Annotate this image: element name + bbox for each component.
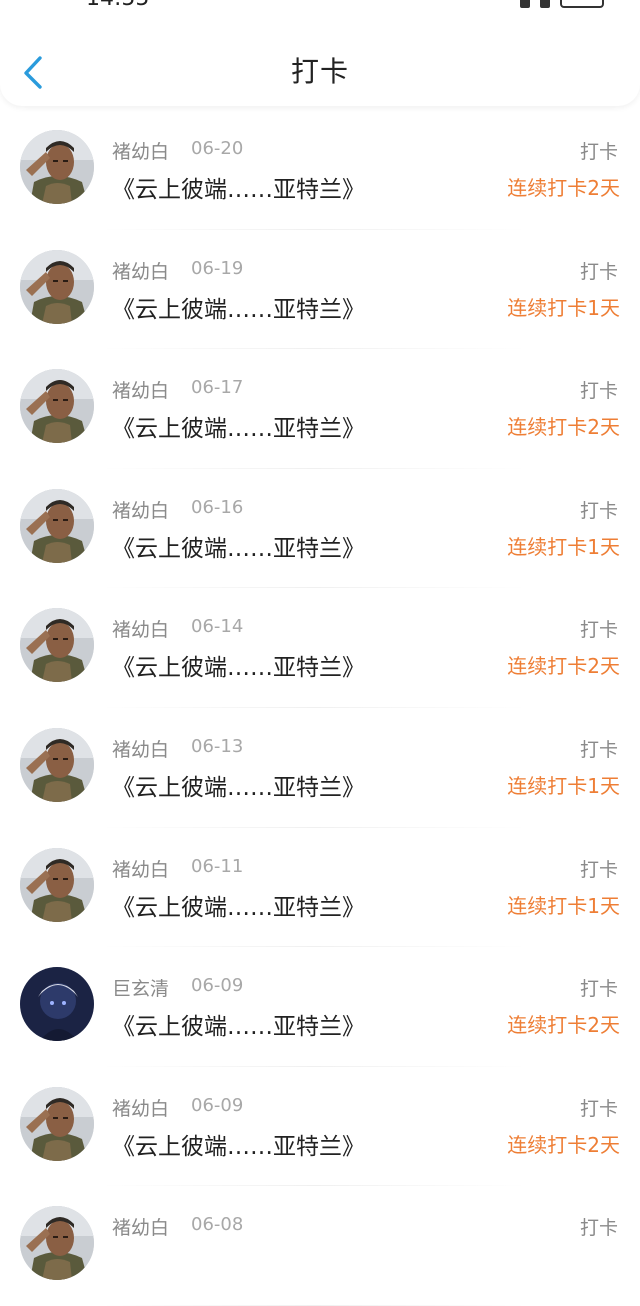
page-title: 打卡 — [290, 55, 349, 88]
battery-icon — [560, 0, 604, 8]
username: 褚幼白 — [112, 499, 170, 522]
username: 褚幼白 — [112, 738, 170, 761]
soldier-avatar-icon — [20, 847, 94, 922]
book-title: 《云上彼端……亚特兰》 — [112, 296, 365, 323]
streak-label: 连续打卡1天 — [507, 773, 620, 798]
book-title: 《云上彼端……亚特兰》 — [112, 1133, 365, 1160]
checkin-action-label: 打卡 — [579, 619, 618, 642]
list-item[interactable]: 褚幼白 06-11 《云上彼端……亚特兰》 打卡连续打卡1天 — [0, 828, 640, 948]
wifi-icon — [540, 0, 550, 8]
checkin-date: 06-14 — [191, 616, 244, 638]
avatar[interactable] — [20, 727, 94, 802]
checkin-date: 06-17 — [191, 377, 244, 399]
checkin-list: 褚幼白 06-20 《云上彼端……亚特兰》 打卡 连续打卡2天 褚幼白 06-19 《云上彼端… — [0, 110, 640, 1306]
status-icons — [520, 0, 604, 8]
anime-avatar-icon — [20, 967, 94, 1042]
username: 褚幼白 — [112, 380, 170, 403]
signal-icon — [520, 0, 530, 8]
checkin-action-label: 打卡 — [579, 141, 618, 163]
streak-label: 连续打卡2天 — [507, 415, 620, 440]
list-item[interactable]: 巨玄清 06-09 《云上彼端……亚特兰》 打卡连续打卡2天 — [0, 947, 640, 1067]
list-item[interactable]: 褚幼白 06-16 《云上彼端……亚特兰》 打卡连续打卡1天 — [0, 469, 640, 589]
soldier-avatar-icon — [20, 608, 94, 683]
streak-label: 连续打卡2天 — [507, 654, 620, 679]
streak-label: 连续打卡2天 — [507, 1013, 620, 1038]
checkin-date: 06-16 — [191, 496, 244, 518]
username: 褚幼白 — [112, 858, 170, 881]
checkin-action-label: 打卡 — [579, 260, 618, 283]
checkin-action-label: 打卡 — [579, 858, 618, 881]
checkin-date: 06-20 — [191, 138, 244, 159]
username: 褚幼白 — [112, 1217, 170, 1240]
streak-label: 连续打卡2天 — [507, 176, 620, 200]
checkin-action-label: 打卡 — [579, 1097, 618, 1120]
soldier-avatar-icon — [20, 1086, 94, 1161]
checkin-action-label: 打卡 — [579, 1217, 618, 1240]
list-item[interactable]: 褚幼白 06-19 《云上彼端……亚特兰》 打卡连续打卡1天 — [0, 230, 640, 350]
soldier-avatar-icon — [20, 727, 94, 802]
book-title: 《云上彼端……亚特兰》 — [112, 894, 365, 921]
avatar[interactable] — [20, 249, 94, 324]
header-bar: 14:55 打卡 — [0, 0, 640, 106]
avatar[interactable] — [20, 1086, 94, 1161]
checkin-action-label: 打卡 — [579, 380, 618, 403]
checkin-action-label: 打卡 — [579, 499, 618, 522]
soldier-avatar-icon — [20, 1206, 94, 1281]
status-time: 14:55 — [86, 0, 149, 11]
streak-label: 连续打卡1天 — [507, 893, 620, 918]
soldier-avatar-icon — [20, 130, 94, 204]
streak-label: 连续打卡1天 — [507, 534, 620, 559]
username: 褚幼白 — [112, 260, 170, 283]
soldier-avatar-icon — [20, 488, 94, 563]
book-title: 《云上彼端……亚特兰》 — [112, 416, 365, 443]
book-title: 《云上彼端……亚特兰》 — [112, 774, 365, 801]
avatar[interactable] — [20, 488, 94, 563]
list-item[interactable]: 褚幼白 06-17 《云上彼端……亚特兰》 打卡连续打卡2天 — [0, 349, 640, 469]
username: 巨玄清 — [112, 978, 170, 1001]
book-title: 《云上彼端……亚特兰》 — [112, 177, 365, 203]
checkin-date: 06-11 — [191, 855, 244, 877]
checkin-date: 06-09 — [191, 1094, 244, 1116]
soldier-avatar-icon — [20, 249, 94, 324]
avatar[interactable] — [20, 1206, 94, 1281]
checkin-date: 06-09 — [191, 975, 244, 997]
list-item[interactable]: 褚幼白 06-14 《云上彼端……亚特兰》 打卡连续打卡2天 — [0, 588, 640, 708]
list-item[interactable]: 褚幼白 06-09 《云上彼端……亚特兰》 打卡连续打卡2天 — [0, 1067, 640, 1187]
streak-label: 连续打卡2天 — [507, 1132, 620, 1157]
avatar[interactable] — [20, 130, 94, 204]
checkin-date: 06-19 — [191, 257, 244, 279]
avatar[interactable] — [20, 369, 94, 444]
checkin-date: 06-08 — [191, 1214, 244, 1236]
list-item[interactable]: 褚幼白 06-20 《云上彼端……亚特兰》 打卡连续打卡2天 — [0, 110, 640, 230]
list-item[interactable]: 褚幼白 06-13 《云上彼端……亚特兰》 打卡连续打卡1天 — [0, 708, 640, 828]
avatar[interactable] — [20, 608, 94, 683]
checkin-date: 06-13 — [191, 735, 244, 757]
username: 褚幼白 — [112, 141, 170, 163]
username: 褚幼白 — [112, 619, 170, 642]
book-title: 《云上彼端……亚特兰》 — [112, 535, 365, 562]
status-bar: 14:55 — [0, 0, 640, 12]
avatar[interactable] — [20, 967, 94, 1042]
list-item[interactable]: 褚幼白 06-08 打卡 — [0, 1186, 640, 1306]
username: 褚幼白 — [112, 1097, 170, 1120]
streak-label: 连续打卡1天 — [507, 295, 620, 320]
avatar[interactable] — [20, 847, 94, 922]
soldier-avatar-icon — [20, 369, 94, 444]
book-title: 《云上彼端……亚特兰》 — [112, 655, 365, 682]
book-title: 《云上彼端……亚特兰》 — [112, 1014, 365, 1041]
checkin-action-label: 打卡 — [579, 738, 618, 761]
checkin-action-label: 打卡 — [579, 978, 618, 1001]
